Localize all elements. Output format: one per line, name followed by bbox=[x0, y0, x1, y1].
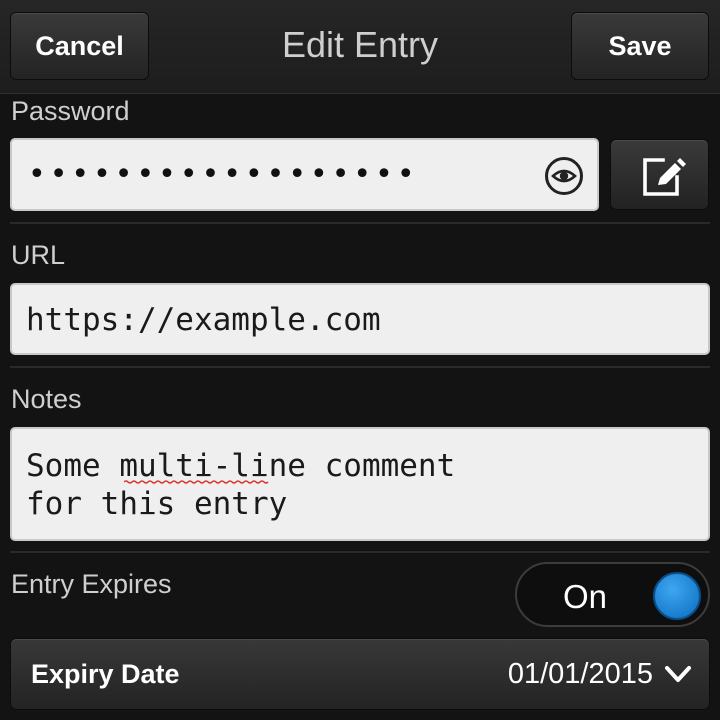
url-label: URL bbox=[11, 240, 66, 270]
notes-label: Notes bbox=[11, 384, 82, 414]
toggle-label: On bbox=[563, 578, 608, 615]
cancel-button[interactable]: Cancel bbox=[10, 12, 149, 80]
password-value: •••••••••••••••••• bbox=[28, 157, 419, 192]
password-field[interactable]: •••••••••••••••••• bbox=[10, 138, 599, 211]
spellcheck-underline bbox=[124, 480, 269, 484]
edit-icon bbox=[643, 158, 686, 196]
expiry-date-dropdown[interactable]: Expiry Date 01/01/2015 bbox=[10, 638, 710, 710]
url-field[interactable]: https://example.com bbox=[10, 283, 710, 355]
expiry-date-label: Expiry Date bbox=[31, 659, 180, 689]
divider bbox=[10, 222, 710, 224]
page-title: Edit Entry bbox=[281, 24, 439, 65]
notes-field[interactable]: Some multi-line comment for this entry bbox=[10, 427, 710, 541]
save-button[interactable]: Save bbox=[571, 12, 709, 80]
entry-expires-label: Entry Expires bbox=[11, 569, 172, 599]
eye-icon[interactable] bbox=[545, 157, 583, 195]
edit-password-button[interactable] bbox=[610, 139, 709, 210]
toggle-knob bbox=[653, 572, 701, 620]
edit-entry-screen: Cancel Edit Entry Save Password ••••••••… bbox=[0, 0, 720, 720]
expires-toggle[interactable]: On bbox=[515, 562, 710, 627]
password-label: Password bbox=[11, 96, 130, 126]
title-bar: Cancel Edit Entry Save bbox=[0, 0, 720, 94]
divider bbox=[10, 551, 710, 553]
chevron-down-icon bbox=[665, 666, 691, 682]
divider bbox=[10, 366, 710, 368]
expiry-date-value: 01/01/2015 bbox=[507, 658, 653, 690]
notes-value: Some multi-line comment for this entry bbox=[26, 448, 456, 522]
url-value: https://example.com bbox=[26, 302, 381, 338]
